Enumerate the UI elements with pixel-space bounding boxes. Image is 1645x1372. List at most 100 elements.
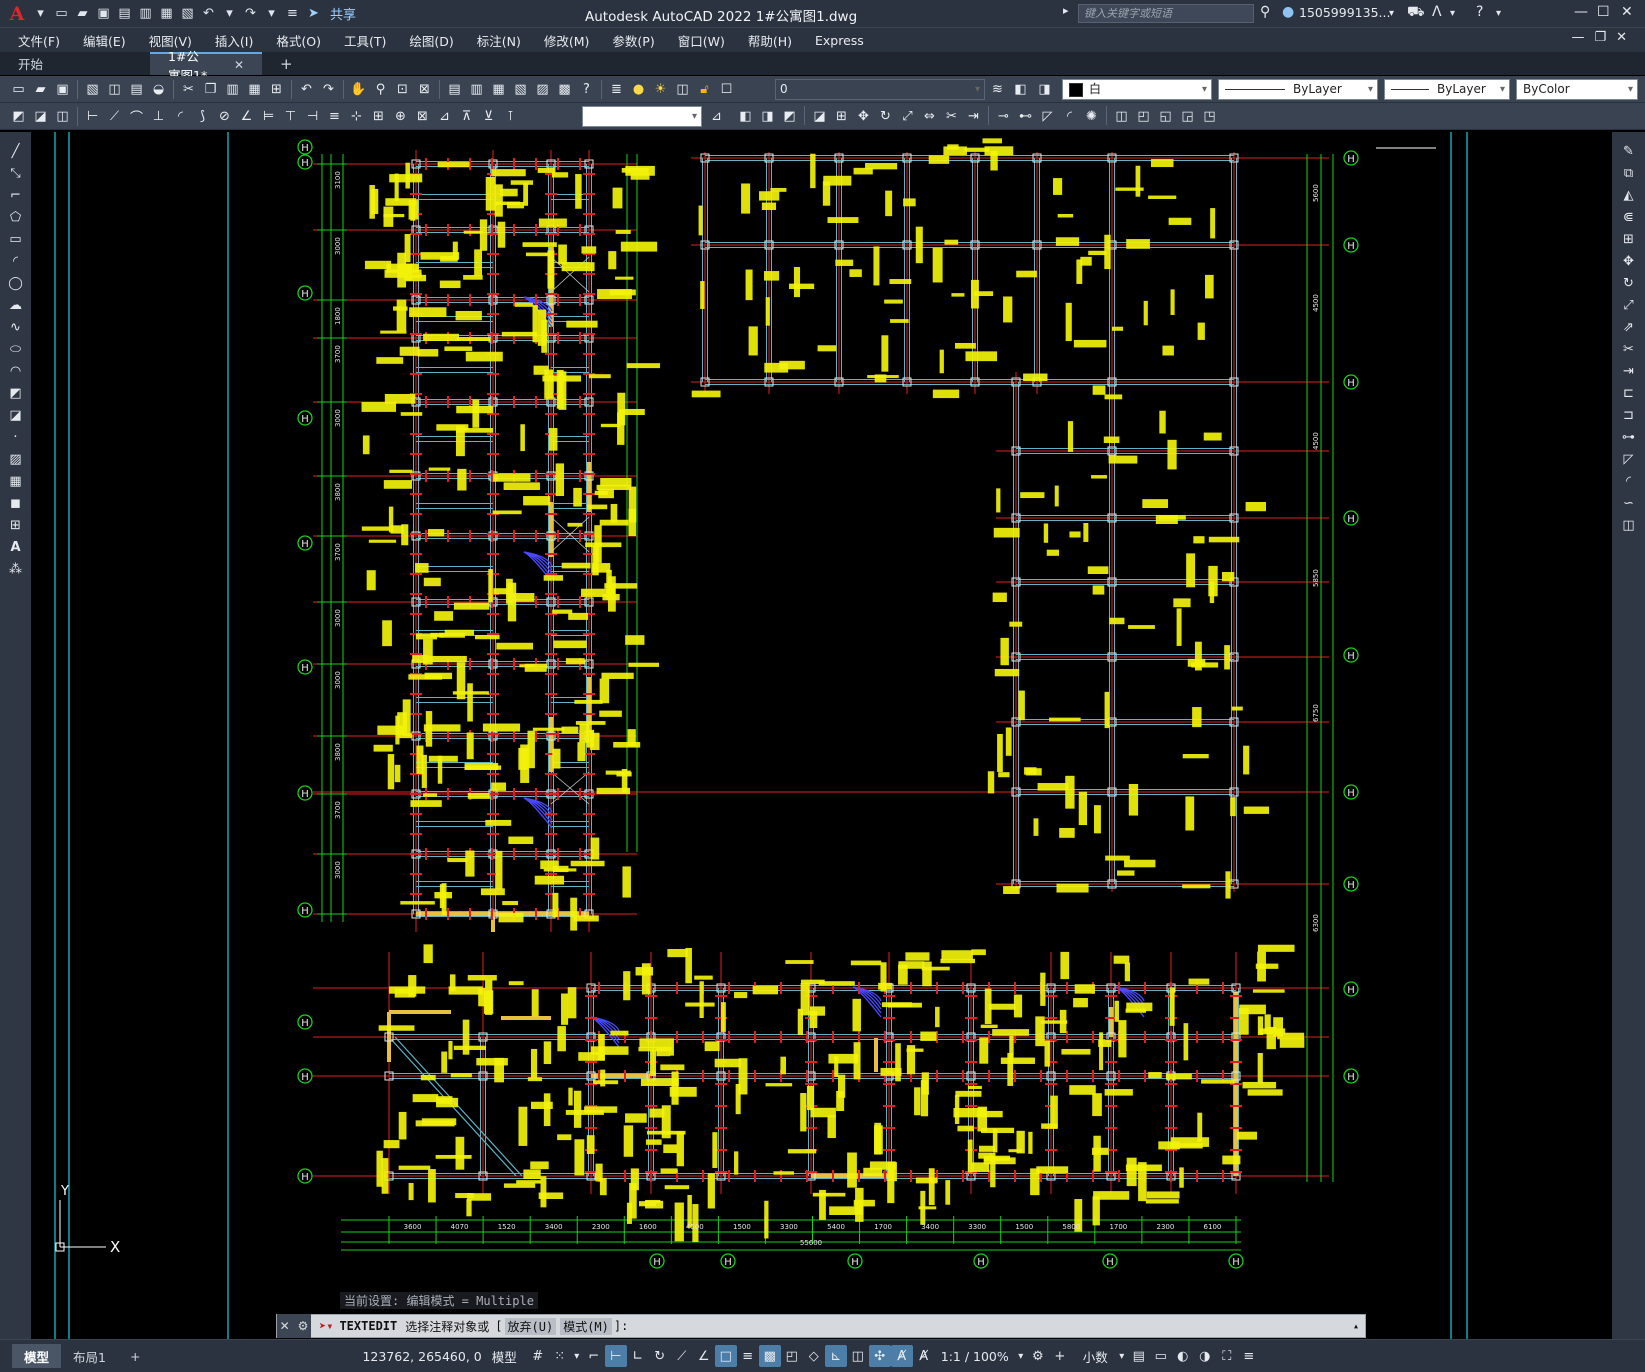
share-button[interactable]: 共享 — [330, 4, 356, 23]
linetype-select[interactable]: ByLayer — [1218, 79, 1378, 100]
diameter-dim-icon[interactable]: ⊘ — [214, 106, 235, 127]
dim-update-icon[interactable]: ⊺ — [500, 106, 521, 127]
annotation-monitor-icon[interactable]: + — [1049, 1345, 1071, 1367]
workspace-icon[interactable]: ◩ — [8, 106, 29, 127]
hardware-acceleration-icon[interactable]: ◑ — [1194, 1345, 1216, 1367]
trim-icon[interactable]: ✂ — [1617, 340, 1641, 359]
save-as-icon[interactable]: ▤ — [116, 5, 133, 22]
baseline-dim-icon[interactable]: ⊤ — [280, 106, 301, 127]
minimize-icon[interactable]: — — [1574, 4, 1588, 20]
layer-select[interactable]: 0 — [775, 79, 985, 100]
tab-drawing[interactable]: 1#公寓图1* ✕ — [150, 49, 262, 83]
lock-ui-icon[interactable]: ▭ — [1150, 1345, 1172, 1367]
paste-icon[interactable]: ▥ — [222, 79, 243, 100]
cut-icon[interactable]: ✂ — [178, 79, 199, 100]
layer-on-icon[interactable]: ● — [628, 79, 649, 100]
gradient-icon[interactable]: ▦ — [4, 472, 28, 491]
tool-palettes-icon[interactable]: ▦ — [488, 79, 509, 100]
help-icon[interactable]: ? — [576, 79, 597, 100]
new-file-icon[interactable]: ▭ — [53, 5, 70, 22]
workspace-switch-icon[interactable]: ⚙ — [1027, 1345, 1049, 1367]
print-icon[interactable]: ▧ — [179, 5, 196, 22]
hatch-icon[interactable]: ▨ — [4, 450, 28, 469]
match-properties-icon[interactable]: ▦ — [244, 79, 265, 100]
rotate-icon[interactable]: ↻ — [1617, 274, 1641, 293]
drawing-canvas[interactable]: HHHHHHHHHHHHHHHHHHHHHHHHHH 3600 4070 1520 3… — [31, 132, 1612, 1339]
blend-icon[interactable]: ∽ — [1617, 494, 1641, 513]
polar-tracking-icon[interactable]: ↻ — [649, 1345, 671, 1367]
calculator-icon[interactable]: ▩ — [554, 79, 575, 100]
make-current-layer-icon[interactable]: ≋ — [987, 79, 1008, 100]
tolerance-icon[interactable]: ⊞ — [368, 106, 389, 127]
fillet-icon[interactable]: ◜ — [1059, 106, 1080, 127]
revcloud-icon[interactable]: ☁ — [4, 296, 28, 315]
ortho-icon[interactable]: ∟ — [627, 1345, 649, 1367]
ellipse-icon[interactable]: ⬭ — [4, 340, 28, 359]
search-input[interactable]: 键入关键字或短语 — [1078, 4, 1254, 23]
explode-icon[interactable]: ◫ — [1617, 516, 1641, 535]
customization-icon[interactable]: ≡ — [1238, 1345, 1260, 1367]
plot-icon[interactable]: ▧ — [82, 79, 103, 100]
insert-block-icon[interactable]: ◩ — [4, 384, 28, 403]
menu-file[interactable]: 文件(F) — [18, 31, 60, 50]
move-icon[interactable]: ✥ — [853, 106, 874, 127]
mirror-icon[interactable]: ◩ — [779, 106, 800, 127]
quick-properties-icon[interactable]: ▤ — [1128, 1345, 1150, 1367]
export-icon[interactable]: ▦ — [158, 5, 175, 22]
jogged-linear-icon[interactable]: ⊿ — [434, 106, 455, 127]
sheet-set-icon[interactable]: ▧ — [510, 79, 531, 100]
offset-icon[interactable]: ⋐ — [1617, 208, 1641, 227]
radius-dim-icon[interactable]: ◜ — [170, 106, 191, 127]
circle-icon[interactable]: ◯ — [4, 274, 28, 293]
help-dropdown-icon[interactable]: ▾ — [1496, 8, 1501, 19]
center-mark-icon[interactable]: ⊕ — [390, 106, 411, 127]
user-name[interactable]: 1505999135... — [1299, 5, 1390, 20]
fillet-icon[interactable]: ◜ — [1617, 472, 1641, 491]
search-expand-icon[interactable]: ▸ — [1063, 4, 1069, 17]
save-icon[interactable]: ▣ — [95, 5, 112, 22]
gizmo-icon[interactable]: ✣ — [868, 1345, 891, 1367]
extend-icon[interactable]: ⇥ — [1617, 362, 1641, 381]
object-snap-icon[interactable]: □ — [714, 1345, 737, 1367]
markup-icon[interactable]: ▨ — [532, 79, 553, 100]
arc-icon[interactable]: ◜ — [4, 252, 28, 271]
menu-express[interactable]: Express — [815, 33, 864, 48]
clean-screen-icon[interactable]: ⛶ — [1216, 1345, 1238, 1367]
new-tab-icon[interactable]: + — [280, 55, 293, 73]
close-icon[interactable]: ✕ — [1621, 4, 1633, 20]
3d-print-icon[interactable]: ◒ — [148, 79, 169, 100]
customize-qat-icon[interactable]: ≡ — [284, 5, 301, 22]
mirror-icon[interactable]: ◭ — [1617, 186, 1641, 205]
layer-previous-icon[interactable]: ◧ — [1010, 79, 1031, 100]
angular-dim-icon[interactable]: ∠ — [236, 106, 257, 127]
array-icon[interactable]: ⊞ — [831, 106, 852, 127]
stretch-icon[interactable]: ⇗ — [1617, 318, 1641, 337]
coordinate-readout[interactable]: 123762, 265460, 0 — [362, 1349, 481, 1364]
jogged-dim-icon[interactable]: ⟆ — [192, 106, 213, 127]
zoom-realtime-icon[interactable]: ⚲ — [370, 79, 391, 100]
dim-edit-icon[interactable]: ⊼ — [456, 106, 477, 127]
dim-space-icon[interactable]: ≡ — [324, 106, 345, 127]
point-icon[interactable]: · — [4, 428, 28, 447]
erase-icon[interactable]: ◧ — [735, 106, 756, 127]
break-icon[interactable]: ⊸ — [993, 106, 1014, 127]
3d-osnap-icon[interactable]: ◇ — [803, 1345, 825, 1367]
extend-icon[interactable]: ⇥ — [963, 106, 984, 127]
customize-command-icon[interactable]: ⚙ — [298, 1319, 309, 1333]
design-center-icon[interactable]: ▥ — [466, 79, 487, 100]
tab-close-icon[interactable]: ✕ — [234, 58, 244, 72]
autocad-logo-icon[interactable]: A — [6, 3, 28, 25]
space-toggle[interactable]: 模型 — [492, 1347, 517, 1366]
command-line[interactable]: ✕ ⚙ ➤▾ TEXTEDIT 选择注释对象或 [ 放弃(U) 模式(M) ]: … — [276, 1314, 1366, 1338]
hatch-back-icon[interactable]: ◳ — [1199, 106, 1220, 127]
explode-icon[interactable]: ✺ — [1081, 106, 1102, 127]
dim-break-icon[interactable]: ⊹ — [346, 106, 367, 127]
break-icon[interactable]: ⊐ — [1617, 406, 1641, 425]
selection-cycling-icon[interactable]: ◰ — [781, 1345, 803, 1367]
spline-icon[interactable]: ∿ — [4, 318, 28, 337]
scale-icon[interactable]: ⤢ — [1617, 296, 1641, 315]
layer-state-icon[interactable]: ◨ — [1034, 79, 1055, 100]
make-block-icon[interactable]: ◪ — [4, 406, 28, 425]
units-readout[interactable]: 小数 — [1083, 1347, 1108, 1366]
menu-insert[interactable]: 插入(I) — [215, 31, 253, 50]
